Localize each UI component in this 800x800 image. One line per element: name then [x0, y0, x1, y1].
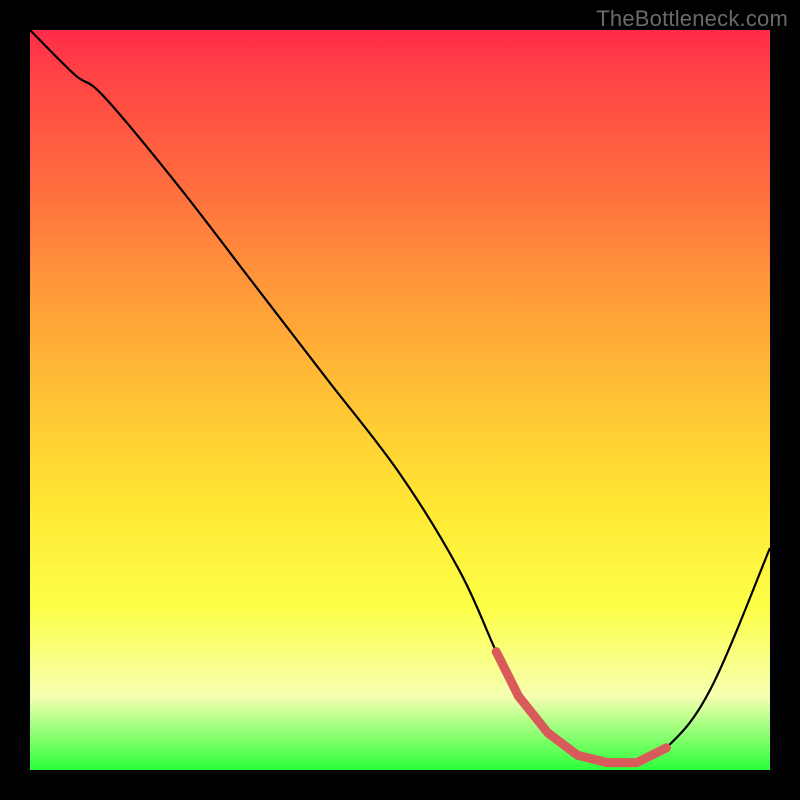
chart-svg: [30, 30, 770, 770]
watermark-text: TheBottleneck.com: [596, 6, 788, 32]
flat-region-highlight: [496, 652, 666, 763]
chart-plot-area: [30, 30, 770, 770]
bottleneck-curve: [30, 30, 770, 764]
